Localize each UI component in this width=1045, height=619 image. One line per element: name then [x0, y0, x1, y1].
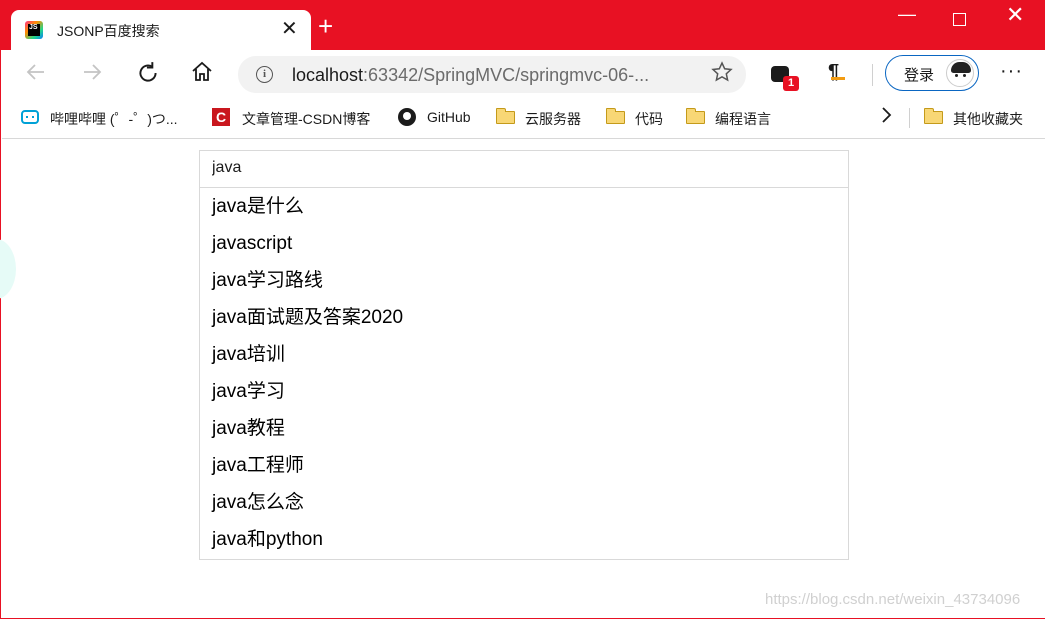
more-menu-icon[interactable]: ··· [1000, 60, 1023, 83]
back-arrow-icon[interactable] [24, 60, 48, 92]
bookmark-label: 云服务器 [525, 111, 581, 127]
new-tab-button[interactable]: + [318, 13, 333, 39]
suggestion-list: java是什么 javascript java学习路线 java面试题及答案2020 j… [199, 187, 849, 560]
suggestion-item[interactable]: java教程 [212, 412, 285, 446]
avatar [946, 59, 974, 87]
folder-icon [495, 108, 515, 124]
search-input[interactable] [212, 159, 832, 177]
suggestion-item[interactable]: java学习路线 [212, 264, 323, 298]
folder-icon [605, 108, 625, 124]
suggestion-item[interactable]: java学习 [212, 375, 285, 409]
extension-arrow-decoration [831, 77, 845, 80]
watermark: https://blog.csdn.net/weixin_43734096 [765, 591, 1021, 608]
forward-arrow-icon[interactable] [80, 60, 104, 92]
bilibili-icon [21, 110, 39, 124]
home-icon[interactable] [190, 60, 214, 92]
decorative-blob [0, 239, 16, 299]
suggestion-item[interactable]: java怎么念 [212, 486, 304, 520]
address-bar[interactable]: i localhost:63342/SpringMVC/springmvc-06… [238, 56, 746, 93]
bookmark-label: 文章管理-CSDN博客 [242, 111, 371, 127]
folder-icon [685, 108, 705, 124]
browser-tab[interactable]: JS JSONP百度搜索 ✕ [11, 10, 311, 50]
bookmarks-divider [909, 108, 910, 128]
bookmark-label: 编程语言 [715, 111, 771, 127]
suggestion-item[interactable]: java和python [212, 523, 323, 557]
browser-window: JS JSONP百度搜索 ✕ + — ✕ i localhost:63342/S… [0, 0, 1045, 619]
bookmarks-bar: 哔哩哔哩 (゜-゜)つ... C 文章管理-CSDN博客 GitHub 云服务器… [2, 100, 1045, 139]
bookmark-label: 代码 [635, 111, 663, 127]
toolbar-divider [872, 64, 873, 86]
page-content: java是什么javascriptjava学习路线java面试题及答案2020j… [0, 139, 1045, 618]
tab-title: JSONP百度搜索 [57, 23, 160, 39]
extension-badge: 1 [783, 76, 799, 91]
minimize-button[interactable]: — [898, 4, 916, 24]
login-button[interactable]: 登录 [885, 55, 979, 91]
favorite-star-icon[interactable] [710, 60, 734, 90]
github-icon [398, 108, 416, 126]
suggestion-item[interactable]: java面试题及答案2020 [212, 301, 403, 335]
maximize-button[interactable] [953, 13, 966, 26]
chevron-right-icon[interactable] [878, 104, 894, 132]
navigation-toolbar: i localhost:63342/SpringMVC/springmvc-06… [2, 50, 1045, 100]
search-box[interactable] [199, 150, 849, 188]
webstorm-icon: JS [25, 21, 43, 39]
suggestion-item[interactable]: java培训 [212, 338, 285, 372]
suggestion-item[interactable]: java是什么 [212, 190, 304, 224]
refresh-icon[interactable] [135, 60, 161, 94]
close-window-button[interactable]: ✕ [1006, 4, 1024, 26]
suggestion-item[interactable]: javascript [212, 227, 292, 261]
bookmark-label: 哔哩哔哩 (゜-゜)つ... [50, 111, 178, 127]
pilcrow-extension-icon[interactable]: ¶ [828, 61, 839, 84]
bookmark-label: GitHub [427, 109, 471, 125]
title-bar: JS JSONP百度搜索 ✕ + — ✕ [1, 0, 1045, 50]
csdn-icon: C [212, 108, 230, 126]
bookmark-label: 其他收藏夹 [953, 111, 1023, 127]
url-text[interactable]: localhost:63342/SpringMVC/springmvc-06-.… [292, 65, 649, 86]
info-icon[interactable]: i [256, 66, 273, 83]
login-label: 登录 [904, 67, 935, 84]
folder-icon [923, 108, 943, 124]
suggestion-item[interactable]: java工程师 [212, 449, 304, 483]
tab-close-icon[interactable]: ✕ [281, 18, 298, 40]
